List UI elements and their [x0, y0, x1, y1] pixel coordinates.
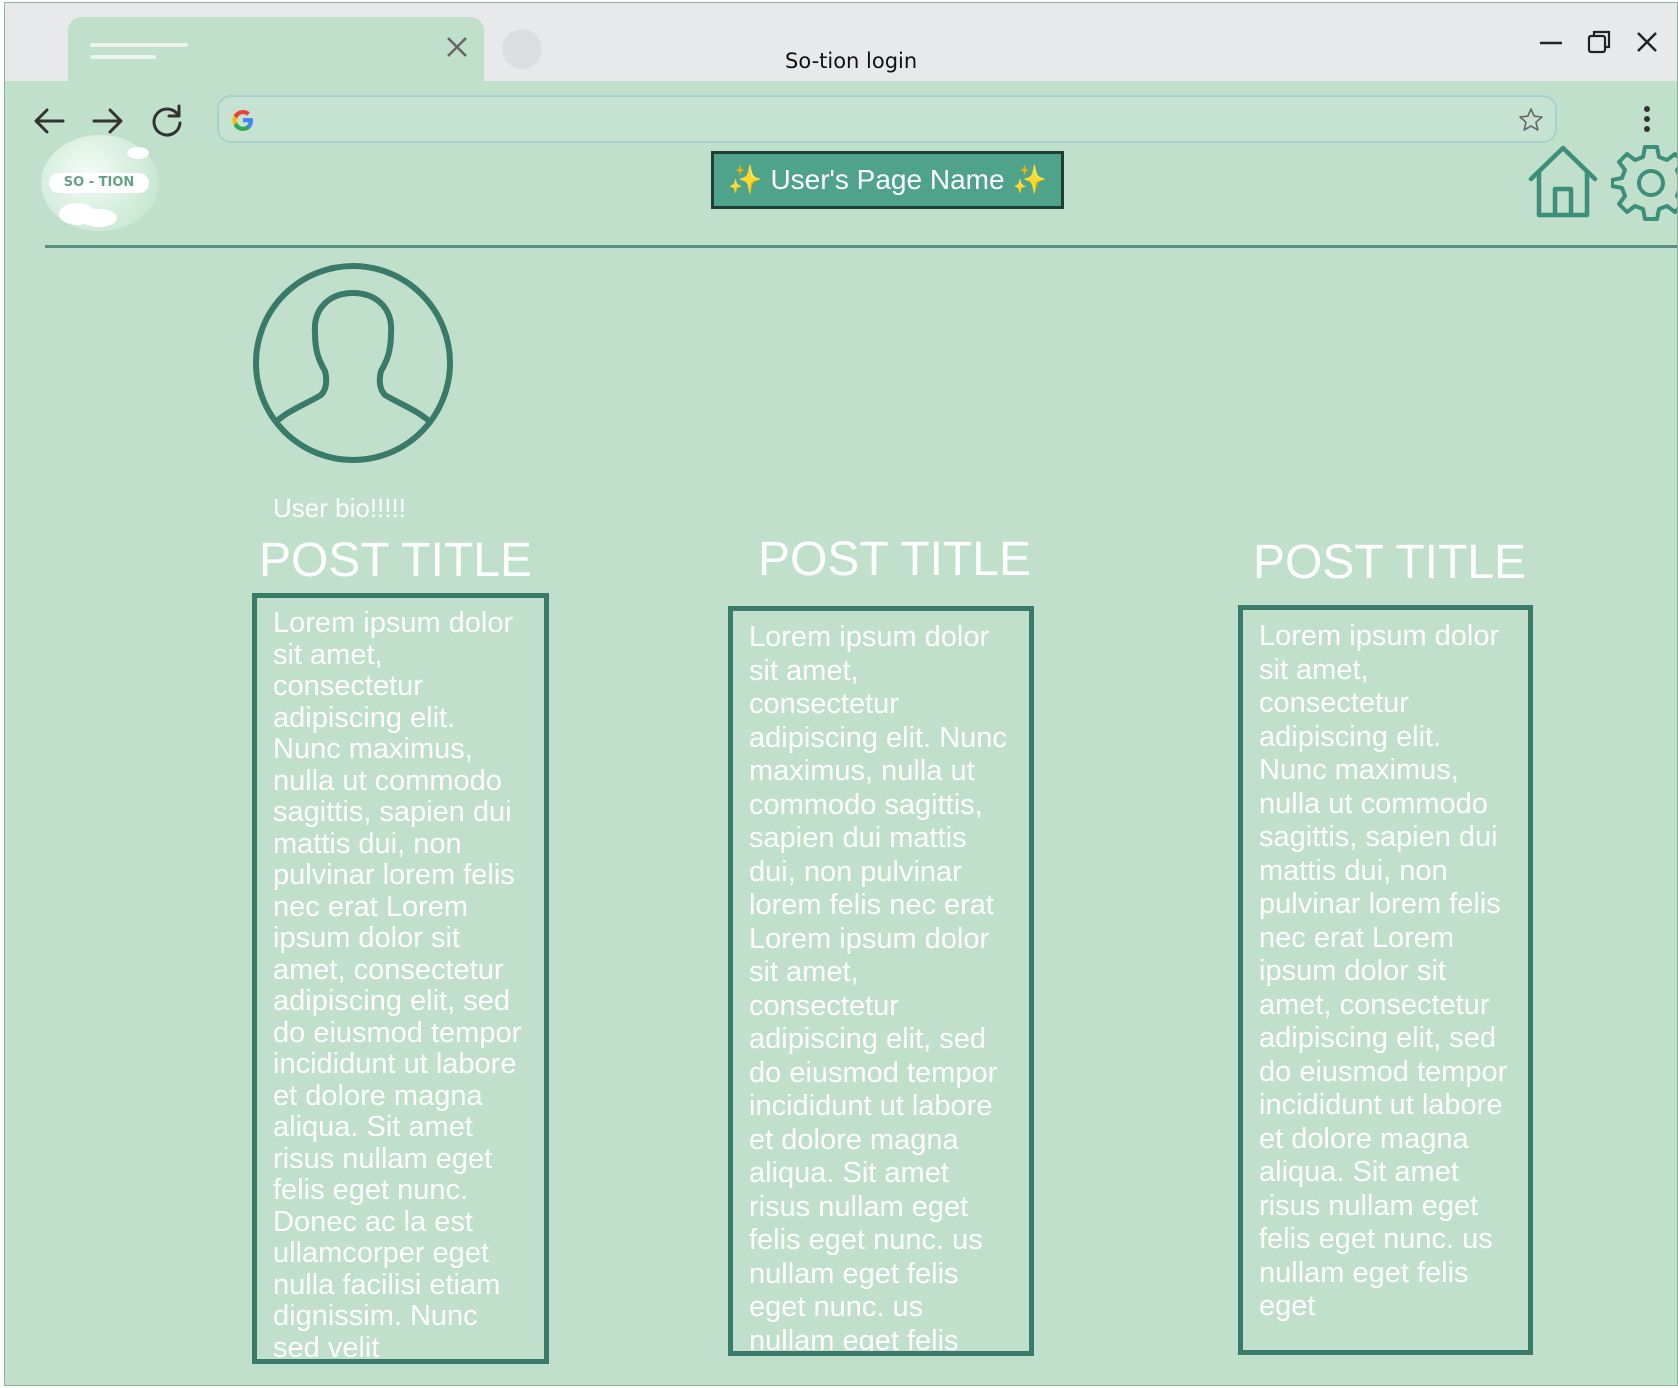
post-card[interactable]: Lorem ipsum dolor sit amet, consectetur … — [728, 606, 1034, 1356]
minimize-icon — [1540, 41, 1562, 45]
gear-icon[interactable] — [1611, 143, 1678, 223]
reload-icon — [152, 104, 182, 137]
google-icon — [232, 110, 253, 131]
post-body: Lorem ipsum dolor sit amet, consectetur … — [1259, 620, 1508, 1322]
tab-close-button[interactable] — [443, 33, 471, 61]
post-title: POST TITLE — [259, 534, 532, 587]
browser-window: So-tion login SO - TION ✨ User's Page Na… — [4, 2, 1678, 1386]
post-title: POST TITLE — [1253, 536, 1526, 589]
post-title: POST TITLE — [758, 533, 1031, 586]
logo-text: SO - TION — [49, 173, 149, 193]
header-divider — [45, 245, 1677, 248]
window-title: So-tion login — [785, 49, 918, 73]
sotion-logo[interactable]: SO - TION — [41, 135, 159, 231]
restore-icon — [1587, 30, 1611, 54]
post-card[interactable]: Lorem ipsum dolor sit amet, consectetur … — [252, 593, 549, 1364]
reload-button[interactable] — [147, 101, 187, 141]
user-bio: User bio!!!!! — [273, 493, 406, 523]
new-tab-button[interactable] — [502, 29, 542, 69]
restore-button[interactable] — [1584, 27, 1614, 57]
active-tab[interactable] — [68, 17, 484, 83]
post-card[interactable]: Lorem ipsum dolor sit amet, consectetur … — [1238, 605, 1533, 1355]
address-bar[interactable] — [217, 95, 1557, 143]
close-window-button[interactable] — [1632, 27, 1662, 57]
arrow-left-icon — [34, 108, 65, 134]
kebab-menu-icon[interactable] — [1635, 103, 1659, 137]
minimize-button[interactable] — [1536, 27, 1566, 57]
close-icon — [447, 37, 467, 57]
post-body: Lorem ipsum dolor sit amet, consectetur … — [273, 607, 522, 1364]
user-avatar-icon[interactable] — [251, 261, 455, 465]
back-button[interactable] — [29, 101, 69, 141]
post-body: Lorem ipsum dolor sit amet, consectetur … — [749, 621, 1007, 1356]
home-icon[interactable] — [1525, 143, 1601, 219]
star-icon[interactable] — [1517, 106, 1545, 134]
tab-strip: So-tion login — [5, 3, 1677, 83]
close-icon — [1637, 32, 1657, 52]
page-name-title: ✨ User's Page Name ✨ — [711, 151, 1064, 209]
tab-title-placeholder — [90, 43, 188, 67]
